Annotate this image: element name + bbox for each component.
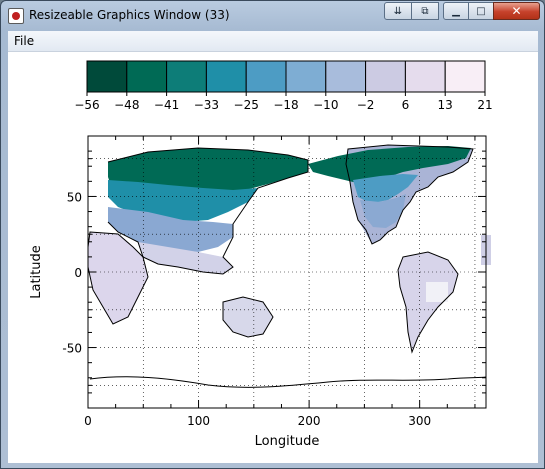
app-icon[interactable] xyxy=(8,8,24,24)
title-bar[interactable]: Resizeable Graphics Window (33) ⇊ ⧉ ▁ □ … xyxy=(1,1,544,30)
pin-button[interactable]: ⇊ xyxy=(384,2,412,20)
colorbar-tick-label: −56 xyxy=(74,98,99,112)
maximize-button[interactable]: □ xyxy=(468,2,494,20)
land-region xyxy=(223,297,273,337)
close-button[interactable]: ✕ xyxy=(493,2,540,20)
colorbar-segment xyxy=(166,60,207,93)
colorbar-tick-label: −25 xyxy=(234,98,259,112)
colorbar-tick-label: 6 xyxy=(402,98,410,112)
colorbar-segment xyxy=(444,60,486,93)
land-shading xyxy=(88,145,491,352)
colorbar-segment xyxy=(285,60,327,93)
window-title: Resizeable Graphics Window (33) xyxy=(29,8,230,22)
x-tick-label: 0 xyxy=(84,414,92,428)
colorbar-segment xyxy=(325,60,367,93)
y-tick-label: 50 xyxy=(67,190,82,204)
colorbar-tick-label: −33 xyxy=(194,98,219,112)
y-axis-label: Latitude xyxy=(29,245,44,299)
colorbar-tick-label: −48 xyxy=(114,98,139,112)
restore-alt-button[interactable]: ⧉ xyxy=(411,2,439,20)
x-tick-label: 100 xyxy=(187,414,210,428)
menu-file[interactable]: File xyxy=(14,34,34,48)
graphics-window: Resizeable Graphics Window (33) ⇊ ⧉ ▁ □ … xyxy=(0,0,545,469)
colorbar-segment xyxy=(205,60,247,93)
graphics-canvas[interactable]: −56 −48 −41 −33 −25 −18 −10 −2 6 13 21 0… xyxy=(8,52,538,463)
figure-svg: −56 −48 −41 −33 −25 −18 −10 −2 6 13 21 0… xyxy=(29,60,493,449)
x-axis-label: Longitude xyxy=(255,434,320,449)
colorbar-tick-label: −41 xyxy=(154,98,179,112)
colorbar-segment xyxy=(365,60,406,93)
coastline xyxy=(89,376,487,388)
colorbar-tick-label: −2 xyxy=(357,98,375,112)
land-region xyxy=(426,282,448,302)
colorbar-tick-label: 21 xyxy=(477,98,492,112)
y-tick-label: 0 xyxy=(74,266,82,280)
colorbar-tick-label: −10 xyxy=(313,98,338,112)
menu-bar: File xyxy=(8,31,538,52)
colorbar-tick-label: 13 xyxy=(438,98,453,112)
colorbar-segment xyxy=(86,60,128,93)
y-tick-label: -50 xyxy=(62,342,82,356)
map-plot: 0 100 200 300 -50 0 50 Longitude Latitude xyxy=(29,135,491,449)
colorbar-tick-label: −18 xyxy=(273,98,298,112)
x-tick-label: 300 xyxy=(408,414,431,428)
colorbar: −56 −48 −41 −33 −25 −18 −10 −2 6 13 21 xyxy=(74,60,493,112)
colorbar-segment xyxy=(245,60,287,93)
colorbar-segment xyxy=(126,60,168,93)
x-tick-label: 200 xyxy=(298,414,321,428)
minimize-button[interactable]: ▁ xyxy=(443,2,469,20)
colorbar-segment xyxy=(404,60,446,93)
